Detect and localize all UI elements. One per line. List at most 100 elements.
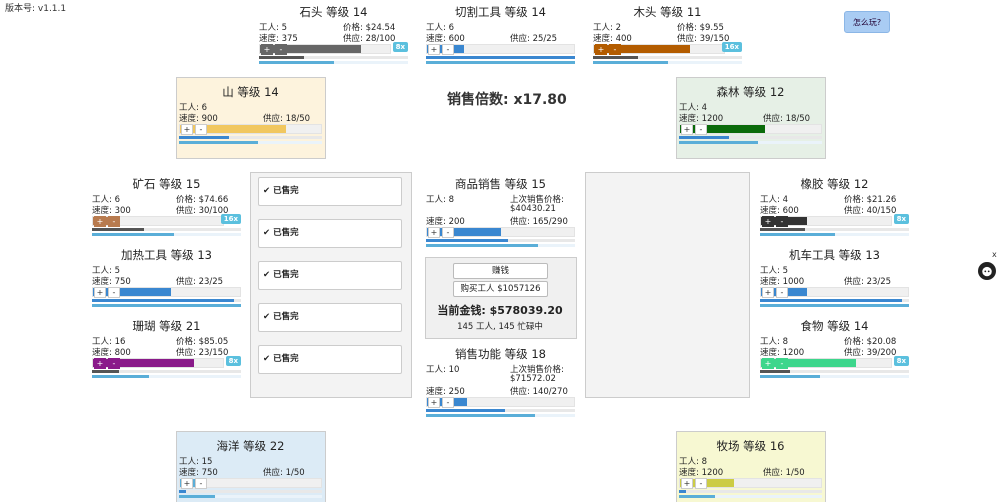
add-worker-button[interactable]: + xyxy=(94,216,106,227)
speed-indicator xyxy=(679,495,822,498)
worker-count: 工人: 10 xyxy=(426,365,460,375)
speed-indicator-fill xyxy=(760,375,820,378)
speed-indicator-fill xyxy=(426,244,538,247)
production-progress-fill xyxy=(426,56,575,59)
speed-indicator xyxy=(426,244,575,247)
speed-value: 速度: 250 xyxy=(426,387,465,397)
multiplier-badge: 16x xyxy=(721,42,742,52)
remove-worker-button[interactable]: - xyxy=(108,287,120,298)
speed-value: 速度: 900 xyxy=(179,114,218,124)
multiplier-badge: 8x xyxy=(392,42,408,52)
sold-out-card: ✔ 已售完 xyxy=(258,345,402,374)
node-title: 珊瑚 等级 21 xyxy=(132,319,201,333)
speed-value: 速度: 600 xyxy=(426,34,465,44)
remove-worker-button[interactable]: - xyxy=(609,44,621,55)
right-storage-panel xyxy=(585,172,750,398)
production-progress-fill xyxy=(679,490,687,493)
sold-out-label: 已售完 xyxy=(273,270,299,280)
node-title: 橡胶 等级 12 xyxy=(800,177,869,191)
node-title: 矿石 等级 15 xyxy=(132,177,201,191)
add-worker-button[interactable]: + xyxy=(181,478,193,489)
add-worker-button[interactable]: + xyxy=(428,397,440,408)
add-worker-button[interactable]: + xyxy=(762,287,774,298)
remove-worker-button[interactable]: - xyxy=(442,397,454,408)
remove-worker-button[interactable]: - xyxy=(275,44,287,55)
production-progress xyxy=(593,56,742,59)
speed-value: 速度: 800 xyxy=(92,348,131,358)
node-title: 森林 等级 12 xyxy=(716,85,785,99)
speed-indicator-fill xyxy=(426,414,535,417)
supply-value: 供应: 23/150 xyxy=(176,348,229,358)
worker-count: 工人: 8 xyxy=(426,195,454,205)
node-title: 销售功能 等级 18 xyxy=(455,347,546,361)
speed-indicator-fill xyxy=(760,304,909,307)
speed-value: 速度: 750 xyxy=(179,468,218,478)
speed-indicator xyxy=(179,141,322,144)
speed-indicator xyxy=(92,375,241,378)
add-worker-button[interactable]: + xyxy=(428,227,440,238)
supply-value: 供应: 165/290 xyxy=(510,217,568,227)
github-icon[interactable] xyxy=(978,262,996,280)
supply-value: 供应: 39/200 xyxy=(844,348,897,358)
speed-indicator-fill xyxy=(259,61,334,64)
node-title: 海洋 等级 22 xyxy=(216,439,285,453)
add-worker-button[interactable]: + xyxy=(762,358,774,369)
close-icon[interactable]: x xyxy=(992,250,997,259)
add-worker-button[interactable]: + xyxy=(181,124,193,135)
speed-indicator-fill xyxy=(679,495,715,498)
version-label: 版本号: v1.1.1 xyxy=(5,4,67,14)
speed-value: 速度: 400 xyxy=(593,34,632,44)
supply-value: 供应: 1/50 xyxy=(263,468,305,478)
remove-worker-button[interactable]: - xyxy=(695,478,707,489)
node-title: 牧场 等级 16 xyxy=(716,439,785,453)
speed-indicator-fill xyxy=(92,304,241,307)
add-worker-button[interactable]: + xyxy=(595,44,607,55)
remove-worker-button[interactable]: - xyxy=(776,216,788,227)
speed-indicator-fill xyxy=(426,61,575,64)
supply-value: 供应: 18/50 xyxy=(263,114,311,124)
add-worker-button[interactable]: + xyxy=(94,287,106,298)
production-progress-fill xyxy=(760,299,902,302)
add-worker-button[interactable]: + xyxy=(681,478,693,489)
speed-indicator xyxy=(679,141,822,144)
speed-indicator xyxy=(760,375,909,378)
speed-indicator xyxy=(259,61,408,64)
production-progress-fill xyxy=(92,228,145,231)
current-money: 当前金钱: $578039.20 xyxy=(437,304,563,317)
speed-indicator xyxy=(92,304,241,307)
remove-worker-button[interactable]: - xyxy=(442,44,454,55)
remove-worker-button[interactable]: - xyxy=(442,227,454,238)
production-progress xyxy=(426,56,575,59)
production-progress xyxy=(426,239,575,242)
speed-indicator-fill xyxy=(679,141,758,144)
add-worker-button[interactable]: + xyxy=(681,124,693,135)
production-progress xyxy=(760,370,909,373)
production-progress-fill xyxy=(760,370,790,373)
buy-worker-button[interactable]: 购买工人 $1057126 xyxy=(453,281,548,297)
production-progress xyxy=(92,370,241,373)
remove-worker-button[interactable]: - xyxy=(776,287,788,298)
add-worker-button[interactable]: + xyxy=(261,44,273,55)
add-worker-button[interactable]: + xyxy=(428,44,440,55)
speed-indicator-fill xyxy=(179,141,258,144)
node-title: 商品销售 等级 15 xyxy=(455,177,546,191)
speed-indicator xyxy=(179,495,322,498)
remove-worker-button[interactable]: - xyxy=(776,358,788,369)
earn-money-button[interactable]: 赚钱 xyxy=(453,263,548,279)
speed-value: 速度: 750 xyxy=(92,277,131,287)
remove-worker-button[interactable]: - xyxy=(108,216,120,227)
add-worker-button[interactable]: + xyxy=(762,216,774,227)
remove-worker-button[interactable]: - xyxy=(195,478,207,489)
speed-value: 速度: 300 xyxy=(92,206,131,216)
speed-indicator xyxy=(426,414,575,417)
remove-worker-button[interactable]: - xyxy=(695,124,707,135)
speed-value: 速度: 600 xyxy=(760,206,799,216)
remove-worker-button[interactable]: - xyxy=(195,124,207,135)
production-progress xyxy=(426,409,575,412)
speed-indicator xyxy=(593,61,742,64)
speed-value: 速度: 1200 xyxy=(760,348,805,358)
add-worker-button[interactable]: + xyxy=(94,358,106,369)
how-to-play-button[interactable]: 怎么玩? xyxy=(844,11,890,33)
remove-worker-button[interactable]: - xyxy=(108,358,120,369)
production-progress xyxy=(259,56,408,59)
